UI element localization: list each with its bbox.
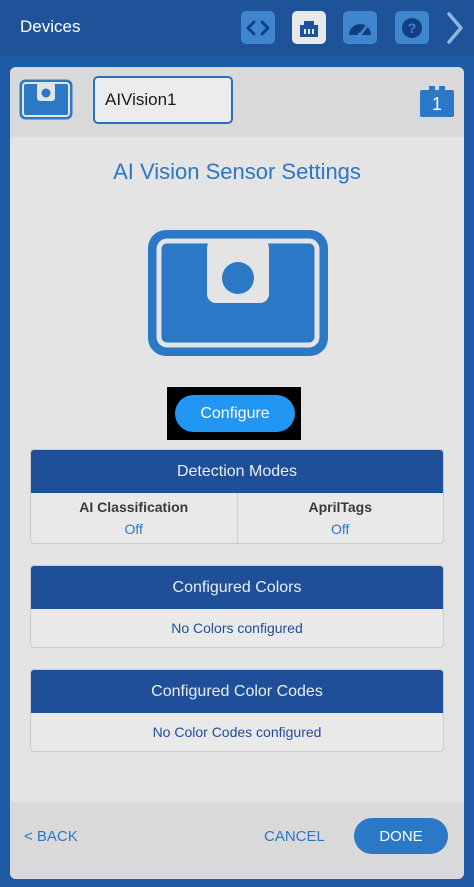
next-button[interactable] — [440, 8, 470, 48]
devices-view-button[interactable] — [292, 11, 326, 44]
configured-colors-header: Configured Colors — [31, 566, 443, 609]
mode-value: Off — [124, 521, 143, 537]
configured-colors-panel: Configured Colors No Colors configured — [30, 565, 444, 648]
top-bar: Devices ? — [0, 0, 474, 56]
chevron-right-icon — [447, 12, 463, 44]
configure-button[interactable]: Configure — [175, 395, 295, 432]
mode-label: AI Classification — [79, 499, 189, 515]
top-bar-title: Devices — [20, 17, 81, 36]
device-settings-card: 1 AI Vision Sensor Settings Configure De… — [10, 67, 464, 879]
configured-color-codes-panel: Configured Color Codes No Color Codes co… — [30, 669, 444, 752]
code-view-button[interactable] — [241, 11, 275, 44]
mode-label: AprilTags — [308, 499, 373, 515]
card-footer: < BACK CANCEL DONE — [10, 802, 464, 879]
page-title: AI Vision Sensor Settings — [113, 159, 361, 184]
svg-text:?: ? — [408, 20, 417, 36]
ai-vision-sensor-icon — [19, 79, 73, 120]
cancel-button[interactable]: CANCEL — [264, 828, 325, 845]
help-button[interactable]: ? — [395, 11, 429, 44]
dashboard-view-button[interactable] — [343, 11, 377, 44]
apriltags-mode[interactable]: AprilTags Off — [236, 493, 444, 543]
configured-color-codes-header: Configured Color Codes — [31, 670, 443, 713]
back-button[interactable]: < BACK — [24, 828, 78, 845]
help-icon: ? — [402, 17, 422, 38]
port-number: 1 — [431, 94, 442, 114]
ai-vision-sensor-large-icon — [148, 230, 328, 356]
ai-classification-mode[interactable]: AI Classification Off — [31, 493, 237, 543]
detection-modes-header: Detection Modes — [31, 450, 443, 493]
device-name-input[interactable] — [93, 76, 233, 124]
mode-value: Off — [331, 521, 350, 537]
configured-color-codes-message: No Color Codes configured — [152, 724, 322, 740]
devices-icon — [300, 20, 318, 37]
configured-colors-message: No Colors configured — [171, 620, 303, 636]
detection-modes-panel: Detection Modes AI Classification Off Ap… — [30, 449, 444, 544]
code-icon — [246, 20, 270, 35]
done-button[interactable]: DONE — [354, 818, 448, 854]
card-header: 1 — [10, 67, 464, 137]
dashboard-icon — [349, 23, 371, 37]
